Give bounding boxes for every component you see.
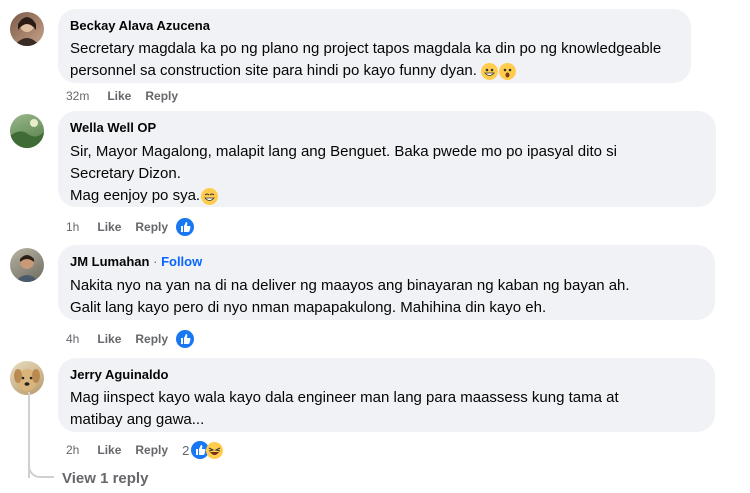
comment-author[interactable]: Wella Well OP <box>70 119 704 136</box>
comment-bubble: Jerry Aguinaldo Mag iinspect kayo wala k… <box>58 358 715 432</box>
view-replies-link[interactable]: View 1 reply <box>62 470 148 487</box>
comment-text-line: Secretary Dizon. <box>70 165 181 182</box>
reply-button[interactable]: Reply <box>135 220 168 234</box>
like-reaction-icon[interactable] <box>176 218 195 236</box>
comment-text: Sir, Mayor Magalong, malapit lang ang Be… <box>70 141 704 207</box>
separator-dot: · <box>153 254 158 269</box>
comment-time[interactable]: 1h <box>66 220 79 234</box>
comment-text-line: Galit lang kayo pero di nyo nman mapapak… <box>70 299 547 316</box>
avatar[interactable] <box>10 12 44 46</box>
avatar[interactable] <box>10 361 44 395</box>
comment-text-line: Nakita nyo na yan na di na deliver ng ma… <box>70 277 630 294</box>
comment-author-row: JM Lumahan · Follow <box>70 253 703 270</box>
blush-emoji-icon <box>201 187 219 205</box>
comment-bubble: Beckay Alava Azucena Secretary magdala k… <box>58 9 691 83</box>
comment-bubble: Wella Well OP Sir, Mayor Magalong, malap… <box>58 111 716 207</box>
comment-text-line: Sir, Mayor Magalong, malapit lang ang Be… <box>70 143 617 160</box>
comment-time[interactable]: 32m <box>66 89 89 103</box>
like-button[interactable]: Like <box>97 443 121 457</box>
comment-text: Nakita nyo na yan na di na deliver ng ma… <box>70 275 703 319</box>
comment-author[interactable]: JM Lumahan <box>70 254 149 269</box>
reaction-count[interactable]: 2 <box>182 443 189 458</box>
comment-text: Mag iinspect kayo wala kayo dala enginee… <box>70 387 703 431</box>
comment-text-line: matibay ang gawa... <box>70 411 205 428</box>
like-button[interactable]: Like <box>107 89 131 103</box>
comment-bubble: JM Lumahan · Follow Nakita nyo na yan na… <box>58 245 715 320</box>
avatar[interactable] <box>10 248 44 282</box>
comment-actions: 2h Like Reply 2 <box>66 441 237 459</box>
comment-time[interactable]: 4h <box>66 332 79 346</box>
comment-text-line: Mag iinspect kayo wala kayo dala enginee… <box>70 389 619 406</box>
grin-emoji-icon <box>481 62 499 80</box>
comment-text-body: Secretary magdala ka po ng plano ng proj… <box>70 40 666 79</box>
comment-actions: 1h Like Reply <box>66 218 208 236</box>
reply-button[interactable]: Reply <box>135 443 168 457</box>
follow-button[interactable]: Follow <box>161 254 202 269</box>
comment-text-body: Mag eenjoy po sya. <box>70 187 201 204</box>
haha-reaction-icon[interactable] <box>206 441 224 459</box>
gasp-emoji-icon <box>499 62 517 80</box>
comment-actions: 32m Like Reply <box>66 89 192 103</box>
comment-time[interactable]: 2h <box>66 443 79 457</box>
comment-text: Secretary magdala ka po ng plano ng proj… <box>70 38 679 82</box>
like-reaction-icon[interactable] <box>176 330 195 348</box>
avatar[interactable] <box>10 114 44 148</box>
like-button[interactable]: Like <box>97 332 121 346</box>
reply-button[interactable]: Reply <box>145 89 178 103</box>
reply-button[interactable]: Reply <box>135 332 168 346</box>
comment-author[interactable]: Beckay Alava Azucena <box>70 17 679 34</box>
thread-connector <box>28 460 54 478</box>
comment-author[interactable]: Jerry Aguinaldo <box>70 366 703 383</box>
comment-text-line: Mag eenjoy po sya. <box>70 185 704 207</box>
like-button[interactable]: Like <box>97 220 121 234</box>
comment-actions: 4h Like Reply <box>66 330 208 348</box>
